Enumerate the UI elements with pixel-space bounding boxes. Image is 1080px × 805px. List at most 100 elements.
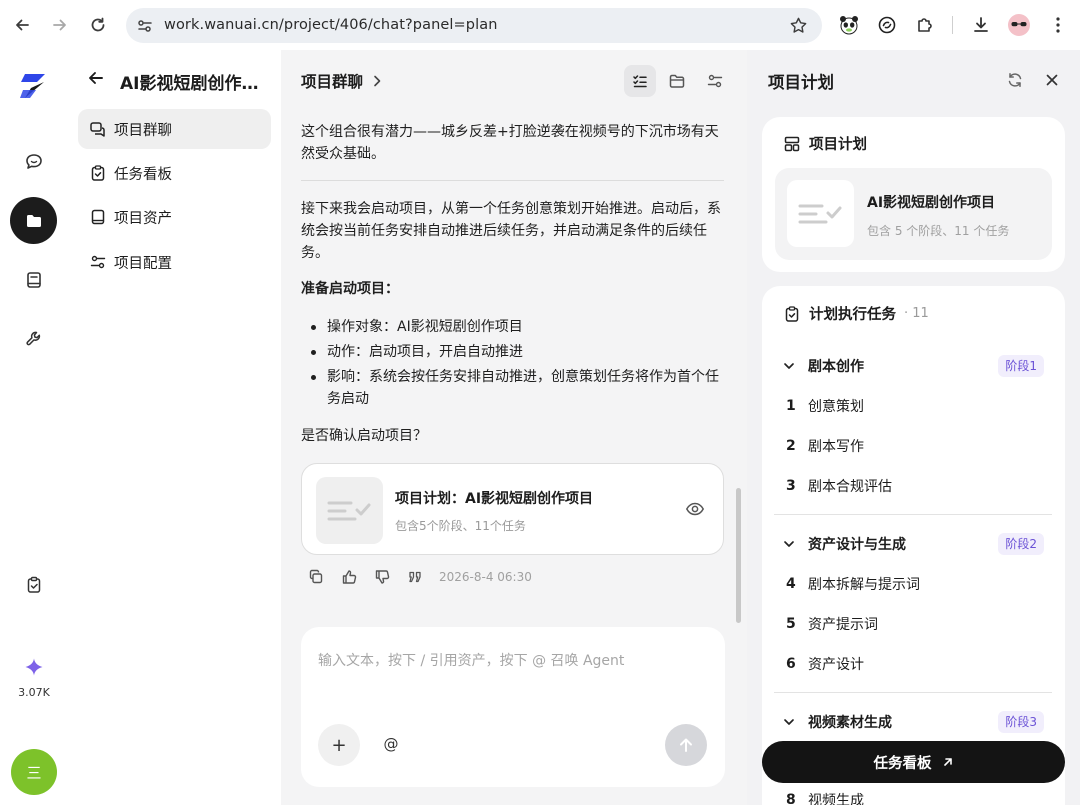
plan-list-toggle[interactable]	[624, 65, 656, 97]
book-icon	[88, 207, 108, 227]
refresh-icon[interactable]	[1004, 69, 1026, 91]
settings-button[interactable]	[699, 65, 731, 97]
message-body: 接下来我会启动项目，从第一个任务创意策划开始推进。启动后，系统会按当前任务安排自…	[301, 201, 721, 261]
chat-title[interactable]: 项目群聊	[301, 70, 385, 92]
browser-toolbar: work.wanuai.cn/project/406/chat?panel=pl…	[0, 0, 1080, 50]
task-name: 创意策划	[808, 399, 864, 415]
browser-menu-icon[interactable]	[1045, 12, 1071, 38]
stage-badge: 阶段1	[998, 355, 1044, 377]
task-name: 剧本拆解与提示词	[808, 577, 920, 593]
nav-item-group-chat[interactable]: 项目群聊	[78, 109, 271, 149]
document-check-icon	[798, 204, 841, 223]
stage-header[interactable]: 剧本创作 阶段1	[782, 354, 1044, 378]
sliders-icon	[707, 74, 723, 88]
task-item[interactable]: 4 剧本拆解与提示词	[786, 574, 920, 594]
checklist-icon	[633, 75, 647, 88]
back-button[interactable]	[86, 68, 106, 88]
forward-arrow-icon[interactable]	[47, 12, 73, 38]
toolbar-divider	[952, 16, 953, 34]
document-check-icon	[327, 501, 370, 520]
task-name: 视频生成	[808, 793, 864, 805]
bullet-item: 影响：系统会按任务安排自动推进，创意策划任务将作为首个任务启动	[305, 366, 725, 410]
mention-button[interactable]: @	[379, 732, 403, 756]
clipboard-check-icon	[88, 163, 108, 183]
credits-count: 3.07K	[18, 686, 50, 699]
message-intro: 这个组合很有潜力——城乡反差+打脸逆袭在视频号的下沉市场有天然受众基础。	[301, 124, 719, 162]
puzzle-extensions-icon[interactable]	[912, 12, 938, 38]
stage-name: 视频素材生成	[808, 715, 892, 731]
tasks-header-label: 计划执行任务	[809, 307, 896, 323]
sparkle-credits-icon[interactable]	[24, 657, 44, 677]
task-item[interactable]: 2 剧本写作	[786, 436, 864, 456]
quote-icon[interactable]	[404, 566, 426, 588]
rail-clipboard-icon[interactable]	[14, 565, 54, 605]
chat-scrollbar[interactable]	[736, 488, 741, 623]
rail-chat-icon[interactable]	[14, 142, 54, 182]
address-bar[interactable]: work.wanuai.cn/project/406/chat?panel=pl…	[126, 8, 822, 43]
sliders-icon	[88, 252, 108, 272]
task-board-button[interactable]: 任务看板	[762, 741, 1065, 783]
download-icon[interactable]	[968, 12, 994, 38]
arrow-up-icon	[680, 738, 692, 752]
nav-item-project-assets[interactable]: 项目资产	[78, 197, 271, 237]
chevron-down-icon	[782, 715, 798, 729]
user-avatar[interactable]: 三	[11, 749, 57, 795]
message-composer[interactable]: 输入文本，按下 / 引用资产，按下 @ 召唤 Agent + @	[301, 627, 725, 787]
eye-icon[interactable]	[685, 499, 705, 519]
close-icon[interactable]	[1041, 69, 1063, 91]
stage-divider	[774, 514, 1052, 515]
plan-thumbnail	[316, 477, 383, 544]
stage-divider	[774, 692, 1052, 693]
plan-card-title: 项目计划：AI影视短剧创作项目	[395, 491, 594, 507]
layout-icon	[782, 134, 802, 154]
task-name: 剧本合规评估	[808, 479, 892, 495]
plan-summary[interactable]: AI影视短剧创作项目 包含 5 个阶段、11 个任务	[775, 168, 1052, 260]
plan-overview-header: 项目计划	[782, 133, 867, 154]
send-button[interactable]	[665, 724, 707, 766]
nav-item-project-config[interactable]: 项目配置	[78, 242, 271, 282]
stage-header[interactable]: 视频素材生成 阶段3	[782, 710, 1044, 734]
chat-area: 项目群聊 这个组合很有潜力——城乡反差+打脸逆袭在视频号的下沉市场有天然受众基础…	[281, 50, 747, 805]
thumbs-down-icon[interactable]	[371, 566, 393, 588]
plan-card[interactable]: 项目计划：AI影视短剧创作项目 包含5个阶段、11个任务	[301, 463, 724, 555]
profile-avatar-icon[interactable]	[1006, 12, 1032, 38]
add-attachment-button[interactable]: +	[318, 724, 360, 766]
task-number: 4	[786, 576, 796, 592]
plan-thumbnail	[787, 180, 854, 247]
rail-book-icon[interactable]	[14, 260, 54, 300]
stage-name: 资产设计与生成	[808, 537, 906, 553]
stage-badge: 阶段2	[998, 533, 1044, 555]
nav-item-label: 项目资产	[114, 210, 172, 227]
bullet-item: 操作对象：AI影视短剧创作项目	[305, 316, 725, 338]
folder-button[interactable]	[661, 65, 693, 97]
task-item[interactable]: 5 资产提示词	[786, 614, 878, 634]
url-text[interactable]: work.wanuai.cn/project/406/chat?panel=pl…	[164, 17, 497, 33]
panel-title: 项目计划	[768, 73, 834, 92]
task-item[interactable]: 3 剧本合规评估	[786, 476, 892, 496]
copy-icon[interactable]	[305, 566, 327, 588]
panda-extension-icon[interactable]	[836, 12, 862, 38]
reload-icon[interactable]	[85, 12, 111, 38]
message-divider	[301, 180, 724, 181]
project-title: AI影视短剧创作…	[120, 74, 259, 94]
task-number: 3	[786, 478, 796, 494]
task-number: 5	[786, 616, 796, 632]
rail-folder-icon[interactable]	[10, 197, 57, 244]
site-settings-icon[interactable]	[136, 17, 154, 35]
back-arrow-icon[interactable]	[9, 12, 35, 38]
openai-extension-icon[interactable]	[874, 12, 900, 38]
left-rail: 3.07K	[0, 50, 68, 805]
prep-title: 准备启动项目：	[301, 281, 399, 297]
rail-wrench-icon[interactable]	[14, 319, 54, 359]
task-item[interactable]: 6 资产设计	[786, 654, 864, 674]
app-logo[interactable]	[18, 70, 50, 102]
thumbs-up-icon[interactable]	[338, 566, 360, 588]
task-item[interactable]: 1 创意策划	[786, 396, 864, 416]
plan-overview-card: 项目计划 AI影视短剧创作项目 包含 5 个阶段、11 个任务	[762, 117, 1065, 272]
bookmark-star-icon[interactable]	[789, 16, 808, 35]
stage-header[interactable]: 资产设计与生成 阶段2	[782, 532, 1044, 556]
composer-input[interactable]: 输入文本，按下 / 引用资产，按下 @ 召唤 Agent	[318, 650, 624, 670]
task-number: 8	[786, 792, 796, 805]
task-item[interactable]: 8 视频生成	[786, 790, 864, 805]
nav-item-task-board[interactable]: 任务看板	[78, 153, 271, 193]
